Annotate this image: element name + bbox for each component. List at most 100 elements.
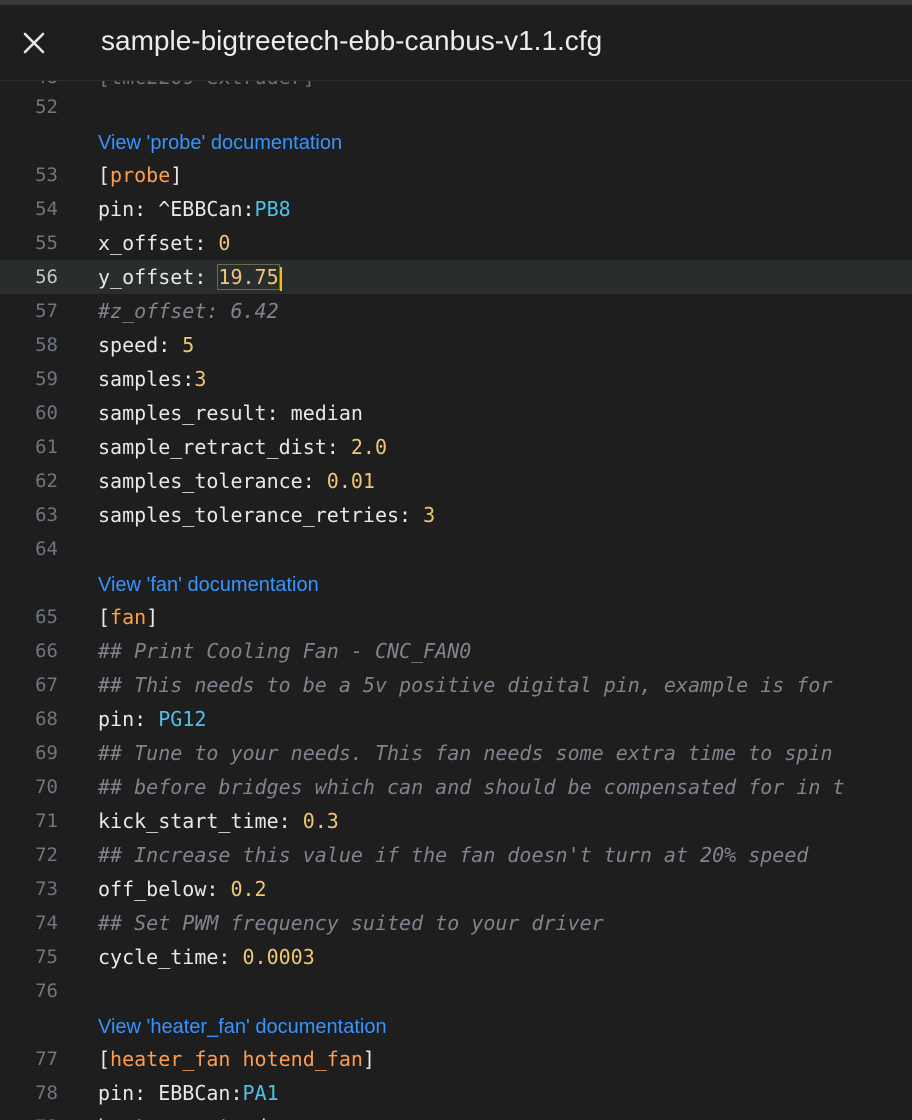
token-key: speed: — [98, 333, 183, 357]
code-text: #z_offset: 6.42 — [98, 294, 279, 328]
line-number: 54 — [35, 198, 58, 220]
code-line-76[interactable]: 76 — [0, 974, 912, 1008]
line-number: 79 — [0, 1110, 58, 1120]
code-line-65[interactable]: 65 [fan] — [0, 600, 912, 634]
code-line-75[interactable]: 75 cycle_time: 0.0003 — [0, 940, 912, 974]
code-text: y_offset: 19.75 — [98, 260, 282, 294]
code-line-64[interactable]: 64 — [0, 532, 912, 566]
line-number: 55 — [35, 232, 58, 254]
code-text: heater: extruder — [98, 1110, 291, 1120]
code-line-73[interactable]: 73 off_below: 0.2 — [0, 872, 912, 906]
code-line-68[interactable]: 68 pin: PG12 — [0, 702, 912, 736]
token-num: 0.3 — [302, 809, 339, 833]
token-br: [ — [98, 605, 111, 629]
code-line-52[interactable]: 52 — [0, 90, 912, 124]
code-text: off_below: 0.2 — [98, 872, 267, 906]
close-button[interactable] — [16, 25, 52, 61]
code-text: [heater_fan hotend_fan] — [98, 1042, 375, 1076]
code-line-62[interactable]: 62 samples_tolerance: 0.01 — [0, 464, 912, 498]
line-number: 70 — [35, 776, 58, 798]
token-key: off_below: — [98, 877, 231, 901]
line-number: 65 — [35, 606, 58, 628]
code-text: ## Tune to your needs. This fan needs so… — [98, 736, 833, 770]
line-number: 66 — [35, 640, 58, 662]
code-line-78[interactable]: 78 pin: EBBCan:PA1 — [0, 1076, 912, 1110]
token-key: pin: EBBCan: — [98, 1081, 243, 1105]
code-line-55[interactable]: 55 x_offset: 0 — [0, 226, 912, 260]
code-text: x_offset: 0 — [98, 226, 230, 260]
code-text: samples_tolerance_retries: 3 — [98, 498, 435, 532]
token-com: ## before bridges which can and should b… — [98, 775, 845, 799]
file-title: sample-bigtreetech-ebb-canbus-v1.1.cfg — [101, 25, 603, 56]
token-num: 3 — [194, 367, 207, 391]
line-number: 57 — [35, 300, 58, 322]
code-line-66[interactable]: 66 ## Print Cooling Fan - CNC_FAN0 — [0, 634, 912, 668]
line-number: 52 — [35, 96, 58, 118]
code-text: ## Increase this value if the fan doesn'… — [98, 838, 808, 872]
code-text: [probe] — [98, 158, 182, 192]
code-line-69[interactable]: 69 ## Tune to your needs. This fan needs … — [0, 736, 912, 770]
token-com: ## Tune to your needs. This fan needs so… — [98, 741, 833, 765]
token-sec: heater_fan hotend_fan — [110, 1047, 363, 1071]
code-line-54[interactable]: 54 pin: ^EBBCan:PB8 — [0, 192, 912, 226]
line-number: 63 — [35, 504, 58, 526]
code-line-61[interactable]: 61 sample_retract_dist: 2.0 — [0, 430, 912, 464]
token-num: 5 — [182, 333, 195, 357]
token-key: samples: — [98, 367, 195, 391]
text-cursor — [279, 266, 282, 291]
token-com: ## Print Cooling Fan - CNC_FAN0 — [98, 639, 472, 663]
token-key: cycle_time: — [98, 945, 243, 969]
line-number: 58 — [35, 334, 58, 356]
token-sec: fan — [110, 605, 147, 629]
code-line-57[interactable]: 57 #z_offset: 6.42 — [0, 294, 912, 328]
code-line-71[interactable]: 71 kick_start_time: 0.3 — [0, 804, 912, 838]
code-text: sample_retract_dist: 2.0 — [98, 430, 387, 464]
token-key: sample_retract_dist: — [98, 435, 351, 459]
line-number: 69 — [35, 742, 58, 764]
code-line-53[interactable]: 53 [probe] — [0, 158, 912, 192]
token-num: 0.0003 — [242, 945, 315, 969]
code-line-63[interactable]: 63 samples_tolerance_retries: 3 — [0, 498, 912, 532]
code-text: ## This needs to be a 5v positive digita… — [98, 668, 833, 702]
code-line-72[interactable]: 72 ## Increase this value if the fan does… — [0, 838, 912, 872]
token-key: pin: — [98, 707, 159, 731]
line-number: 60 — [35, 402, 58, 424]
token-key: x_offset: — [98, 231, 219, 255]
code-editor[interactable]: 48 [tmc2209 extruder] 52View 'probe' doc… — [0, 80, 912, 1120]
token-key: samples_tolerance: — [98, 469, 327, 493]
doc-link-fan[interactable]: View 'fan' documentation — [98, 572, 319, 598]
line-number: 71 — [35, 810, 58, 832]
token-sec: probe — [110, 163, 171, 187]
token-num: 0.01 — [326, 469, 375, 493]
doc-link-heater-fan[interactable]: View 'heater_fan' documentation — [98, 1014, 387, 1040]
token-br: ] — [362, 1047, 375, 1071]
line-number: 73 — [35, 878, 58, 900]
line-number: 59 — [35, 368, 58, 390]
code-text: samples_tolerance: 0.01 — [98, 464, 375, 498]
code-line-77[interactable]: 77 [heater_fan hotend_fan] — [0, 1042, 912, 1076]
token-key: samples_tolerance_retries: — [98, 503, 424, 527]
line-number: 77 — [35, 1048, 58, 1070]
token-br: [ — [98, 163, 111, 187]
line-number: 61 — [35, 436, 58, 458]
token-com: ## This needs to be a 5v positive digita… — [98, 673, 833, 697]
token-pin: PB8 — [254, 197, 291, 221]
code-line-56[interactable]: 56 y_offset: 19.75 — [0, 260, 912, 294]
code-text: samples_result: median — [98, 396, 363, 430]
doc-link-probe[interactable]: View 'probe' documentation — [98, 130, 342, 156]
code-line-60[interactable]: 60 samples_result: median — [0, 396, 912, 430]
token-num: 3 — [423, 503, 436, 527]
code-line-59[interactable]: 59 samples:3 — [0, 362, 912, 396]
code-text: ## Set PWM frequency suited to your driv… — [98, 906, 604, 940]
code-text: pin: ^EBBCan:PB8 — [98, 192, 291, 226]
code-line-79[interactable]: 79 heater: extruder — [0, 1110, 912, 1120]
code-line-74[interactable]: 74 ## Set PWM frequency suited to your dr… — [0, 906, 912, 940]
code-text: samples:3 — [98, 362, 206, 396]
code-line-67[interactable]: 67 ## This needs to be a 5v positive digi… — [0, 668, 912, 702]
code-line-70[interactable]: 70 ## before bridges which can and should… — [0, 770, 912, 804]
token-key: y_offset: — [98, 265, 219, 289]
token-key: heater: extruder — [98, 1115, 291, 1120]
code-line-58[interactable]: 58 speed: 5 — [0, 328, 912, 362]
line-number: 56 — [35, 266, 58, 288]
token-num: 0.2 — [230, 877, 267, 901]
